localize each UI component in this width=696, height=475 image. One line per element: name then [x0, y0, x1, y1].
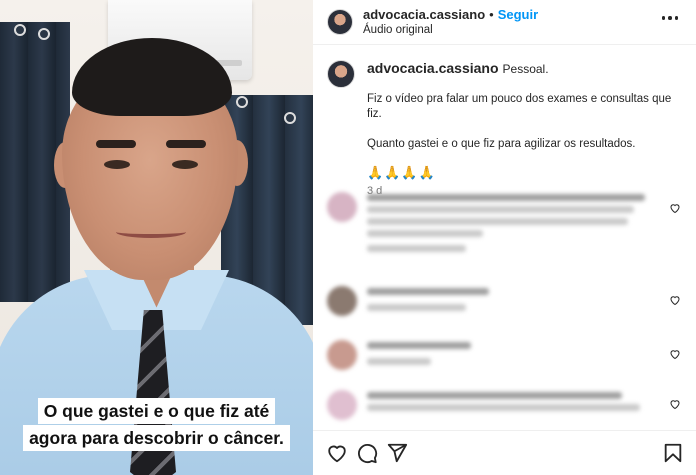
comment-text-blurred	[367, 194, 657, 257]
person-mouth	[116, 226, 186, 238]
post-header: advocacia.cassiano • Seguir Áudio original	[313, 0, 696, 45]
header-username[interactable]: advocacia.cassiano	[363, 7, 485, 22]
avatar[interactable]	[327, 60, 355, 88]
person-brow	[166, 140, 206, 148]
person-eye	[172, 160, 198, 169]
comment-avatar[interactable]	[327, 390, 357, 420]
post-details-panel: advocacia.cassiano • Seguir Áudio original…	[313, 0, 696, 475]
caption-line-2: agora para descobrir o câncer.	[23, 425, 290, 451]
curtain-ring	[236, 96, 248, 108]
caption-line-1: O que gastei e o que fiz até	[37, 398, 276, 424]
video-player[interactable]: O que gastei e o que fiz até agora para …	[0, 0, 313, 475]
caption-text-line: Fiz o vídeo pra falar um pouco dos exame…	[367, 93, 672, 120]
caption-text-line: Quanto gastei e o que fiz para agilizar …	[367, 138, 636, 150]
bookmark-icon[interactable]	[662, 442, 684, 464]
separator-dot: •	[489, 7, 494, 22]
avatar[interactable]	[327, 9, 353, 35]
comment-like-icon[interactable]	[669, 294, 681, 306]
share-icon[interactable]	[386, 442, 408, 464]
comment-like-icon[interactable]	[669, 398, 681, 410]
comment-avatar[interactable]	[327, 286, 357, 316]
comment-avatar[interactable]	[327, 192, 357, 222]
comment-text-blurred	[367, 342, 657, 370]
comment-text-blurred	[367, 392, 657, 416]
caption-category: Pessoal.	[502, 62, 549, 76]
follow-button[interactable]: Seguir	[498, 7, 538, 22]
caption-username[interactable]: advocacia.cassiano	[367, 60, 499, 76]
post-action-bar	[313, 430, 696, 475]
person-eye	[104, 160, 130, 169]
caption-emojis: 🙏🙏🙏🙏	[367, 165, 436, 180]
more-options-icon[interactable]	[661, 16, 678, 20]
curtain-ring	[38, 28, 50, 40]
comment-avatar[interactable]	[327, 340, 357, 370]
audio-label[interactable]: Áudio original	[363, 23, 538, 37]
person-brow	[96, 140, 136, 148]
comment-icon[interactable]	[356, 442, 378, 464]
heart-icon[interactable]	[326, 442, 348, 464]
comment-text-blurred	[367, 288, 657, 316]
comment-like-icon[interactable]	[669, 202, 681, 214]
curtain-ring	[14, 24, 26, 36]
curtain-ring	[284, 112, 296, 124]
comment-like-icon[interactable]	[669, 348, 681, 360]
video-caption: O que gastei e o que fiz até agora para …	[0, 398, 313, 452]
post-caption: advocacia.cassiano Pessoal. Fiz o vídeo p…	[327, 58, 687, 197]
